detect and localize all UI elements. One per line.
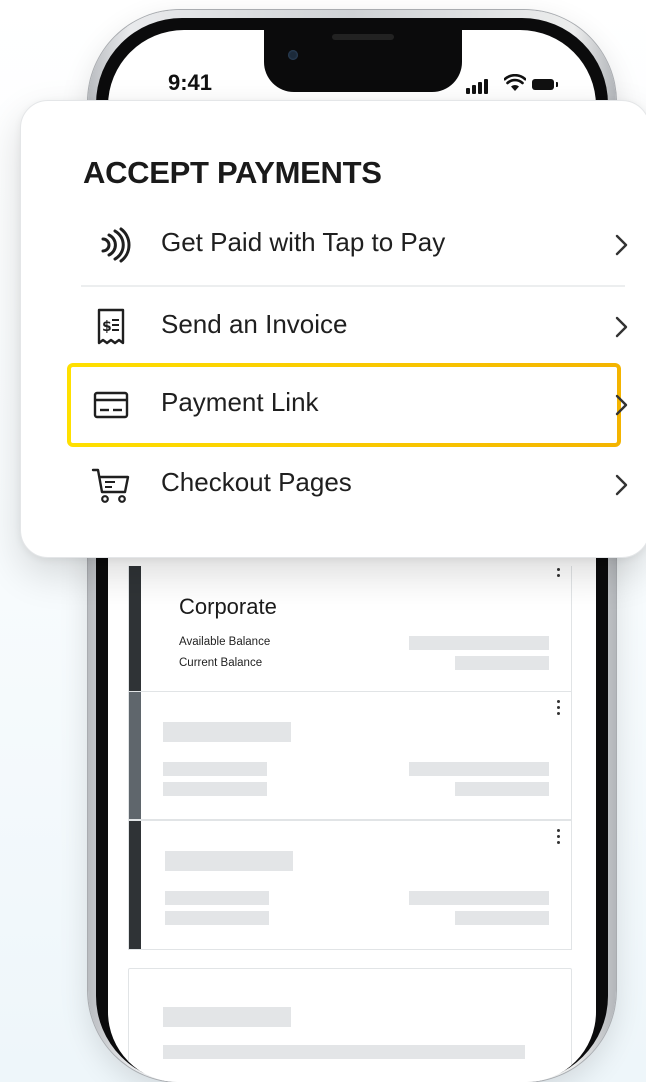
menu-item-label: Send an Invoice bbox=[161, 309, 348, 339]
chevron-right-icon bbox=[615, 234, 628, 256]
menu-heading: ACCEPT PAYMENTS bbox=[83, 155, 382, 190]
account-card-loading[interactable] bbox=[128, 692, 572, 820]
menu-item-send-invoice[interactable]: $ Send an Invoice bbox=[81, 295, 628, 359]
card-accent-edge bbox=[129, 692, 141, 819]
accept-payments-menu: ACCEPT PAYMENTS Get Paid with Tap to Pay… bbox=[20, 100, 646, 558]
value-placeholder bbox=[409, 891, 549, 905]
account-card-loading[interactable] bbox=[128, 820, 572, 950]
label-placeholder bbox=[165, 911, 269, 925]
battery-icon bbox=[532, 79, 558, 90]
label-placeholder bbox=[165, 891, 269, 905]
menu-item-label: Checkout Pages bbox=[161, 467, 352, 497]
account-title-placeholder bbox=[163, 722, 291, 742]
invoice-icon: $ bbox=[97, 308, 125, 345]
menu-item-label: Payment Link bbox=[161, 387, 319, 417]
front-camera bbox=[288, 50, 298, 60]
status-time: 9:41 bbox=[168, 70, 213, 95]
menu-item-checkout-pages[interactable]: Checkout Pages bbox=[81, 453, 628, 517]
menu-item-payment-link[interactable]: Payment Link bbox=[81, 373, 628, 437]
speaker-grille bbox=[332, 34, 394, 40]
card-accent-edge bbox=[129, 821, 141, 949]
contactless-icon bbox=[101, 227, 131, 263]
status-icons bbox=[466, 74, 558, 94]
svg-text:$: $ bbox=[102, 319, 112, 335]
more-options-icon[interactable] bbox=[557, 568, 561, 584]
current-balance-value bbox=[455, 656, 549, 670]
label-placeholder bbox=[163, 782, 267, 796]
more-options-icon[interactable] bbox=[557, 700, 561, 716]
cart-icon bbox=[91, 468, 130, 503]
chevron-right-icon bbox=[615, 474, 628, 496]
menu-item-tap-to-pay[interactable]: Get Paid with Tap to Pay bbox=[81, 213, 628, 277]
label-placeholder bbox=[163, 762, 267, 776]
account-card-loading[interactable] bbox=[128, 968, 572, 1082]
chevron-right-icon bbox=[615, 394, 628, 416]
account-title: Corporate bbox=[179, 594, 277, 619]
card-accent-edge bbox=[129, 566, 141, 691]
more-options-icon[interactable] bbox=[557, 829, 561, 845]
value-placeholder bbox=[409, 762, 549, 776]
account-title-placeholder bbox=[163, 1007, 291, 1027]
value-placeholder bbox=[455, 911, 549, 925]
value-placeholder bbox=[455, 782, 549, 796]
phone-notch bbox=[264, 30, 462, 92]
card-icon bbox=[93, 391, 129, 419]
current-balance-label: Current Balance bbox=[179, 657, 263, 669]
available-balance-label: Available Balance bbox=[179, 636, 271, 648]
label-placeholder bbox=[163, 1045, 525, 1059]
menu-item-label: Get Paid with Tap to Pay bbox=[161, 227, 446, 257]
available-balance-value bbox=[409, 636, 549, 650]
account-card-corporate[interactable]: Corporate Available Balance Current Bala… bbox=[128, 566, 572, 692]
menu-divider bbox=[81, 285, 625, 287]
wifi-icon bbox=[504, 74, 526, 91]
account-title-placeholder bbox=[165, 851, 293, 871]
chevron-right-icon bbox=[615, 316, 628, 338]
